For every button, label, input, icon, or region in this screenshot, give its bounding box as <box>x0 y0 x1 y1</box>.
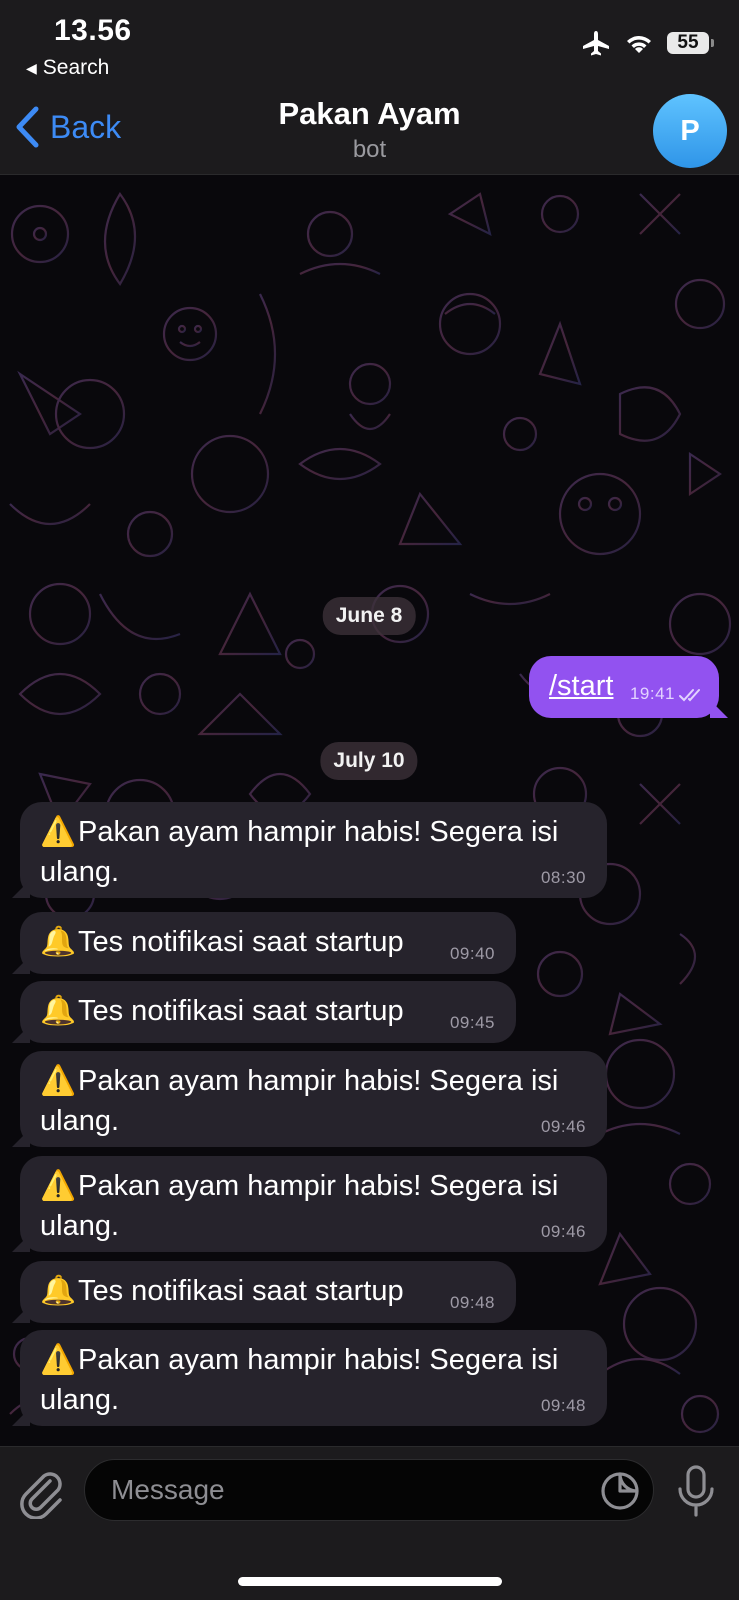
message-text: Pakan ayam hampir habis! Segera isi ulan… <box>40 1065 559 1137</box>
message-text: Pakan ayam hampir habis! Segera isi ulan… <box>40 1344 559 1416</box>
message-time: 09:46 <box>540 1222 586 1241</box>
message-composer: Message <box>0 1446 739 1600</box>
incoming-message[interactable]: ⚠️Pakan ayam hampir habis! Segera isi ul… <box>20 802 607 898</box>
incoming-message[interactable]: 🔔Tes notifikasi saat startup 09:45 <box>20 981 516 1043</box>
start-command-link[interactable]: /start <box>549 666 613 706</box>
warning-icon: ⚠️ <box>40 816 77 848</box>
warning-icon: ⚠️ <box>40 1170 77 1202</box>
airplane-icon <box>583 31 609 56</box>
message-time: 08:30 <box>540 868 586 887</box>
navigation-header: 13.56 ◀ Search 55 Back Pakan Ayam bot P <box>0 0 739 175</box>
home-indicator[interactable] <box>238 1577 502 1586</box>
message-time: 09:45 <box>449 1013 495 1032</box>
message-time: 09:40 <box>449 944 495 963</box>
microphone-icon[interactable] <box>676 1465 716 1519</box>
warning-icon: ⚠️ <box>40 1344 77 1376</box>
bell-icon: 🔔 <box>40 926 77 958</box>
status-icons: 55 <box>581 30 714 56</box>
message-text: Pakan ayam hampir habis! Segera isi ulan… <box>40 1170 559 1242</box>
incoming-message[interactable]: ⚠️Pakan ayam hampir habis! Segera isi ul… <box>20 1051 607 1147</box>
status-time: 13.56 <box>54 14 132 47</box>
message-text: Tes notifikasi saat startup <box>78 926 404 958</box>
incoming-message[interactable]: ⚠️Pakan ayam hampir habis! Segera isi ul… <box>20 1330 607 1426</box>
message-time: 09:48 <box>449 1293 495 1312</box>
telegram-chat-screen: 13.56 ◀ Search 55 Back Pakan Ayam bot P … <box>0 0 739 1600</box>
back-to-app-label: Search <box>42 56 110 79</box>
message-text: Tes notifikasi saat startup <box>78 1275 404 1307</box>
date-separator: July 10 <box>320 742 418 780</box>
back-button-label: Back <box>50 108 122 145</box>
message-text: Tes notifikasi saat startup <box>78 995 404 1027</box>
wifi-icon <box>627 36 651 53</box>
avatar[interactable]: P <box>653 94 727 168</box>
bell-icon: 🔔 <box>40 995 77 1027</box>
paperclip-icon[interactable] <box>20 1467 64 1519</box>
date-separator: June 8 <box>322 597 416 635</box>
chevron-left-icon <box>16 106 39 148</box>
battery-icon: 55 <box>667 32 714 54</box>
bell-icon: 🔔 <box>40 1275 77 1307</box>
message-time: 09:48 <box>540 1396 586 1415</box>
message-input[interactable]: Message <box>84 1459 654 1521</box>
warning-icon: ⚠️ <box>40 1065 77 1097</box>
back-button[interactable]: Back <box>14 106 121 148</box>
incoming-message[interactable]: 🔔Tes notifikasi saat startup 09:40 <box>20 912 516 974</box>
message-text: Pakan ayam hampir habis! Segera isi ulan… <box>40 816 559 888</box>
message-time: 19:41 <box>629 684 675 703</box>
outgoing-message[interactable]: /start 19:41 <box>529 656 719 718</box>
message-time: 09:46 <box>540 1117 586 1136</box>
incoming-message[interactable]: ⚠️Pakan ayam hampir habis! Segera isi ul… <box>20 1156 607 1252</box>
back-triangle-icon: ◀ <box>26 59 37 76</box>
incoming-message[interactable]: 🔔Tes notifikasi saat startup 09:48 <box>20 1261 516 1323</box>
sticker-icon[interactable] <box>600 1471 640 1511</box>
back-to-app-link[interactable]: ◀ Search <box>26 56 109 80</box>
double-check-icon <box>679 689 700 702</box>
